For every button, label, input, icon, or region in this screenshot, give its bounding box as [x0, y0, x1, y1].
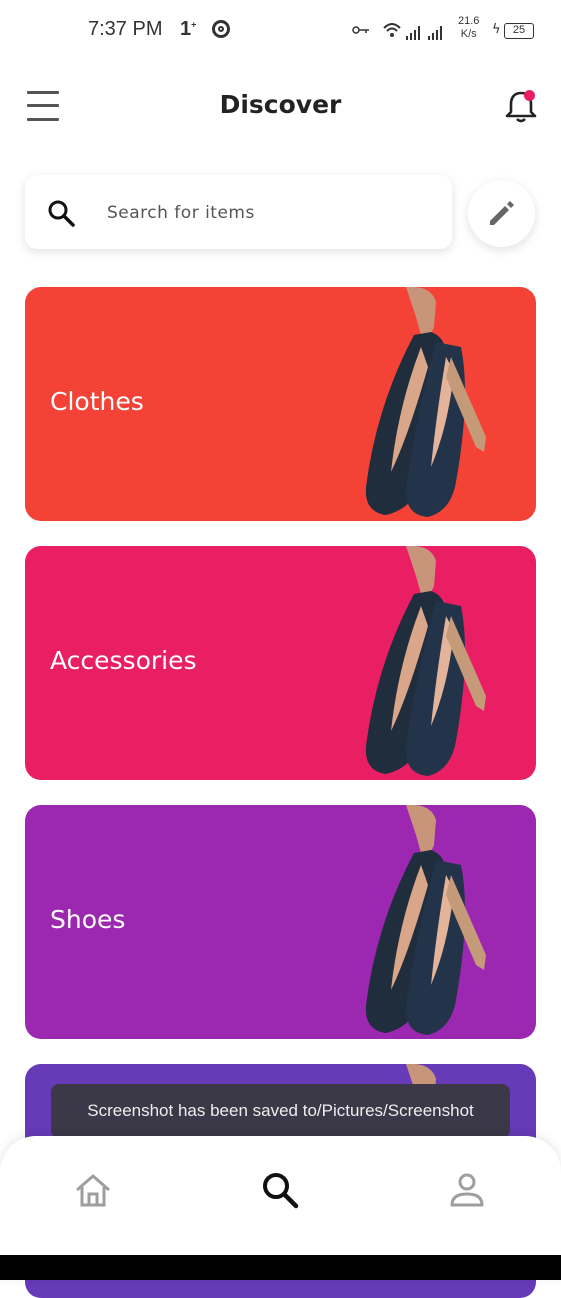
vpn-key-icon — [352, 26, 369, 34]
search-input[interactable]: Search for items — [25, 175, 452, 249]
net-speed-unit: K/s — [460, 28, 477, 40]
pencil-icon — [490, 201, 514, 225]
toast-message: Screenshot has been saved to/Pictures/Sc… — [51, 1084, 510, 1138]
status-time: 7:37 PM — [88, 18, 163, 40]
sync-icon — [212, 20, 230, 38]
shoe-image — [365, 546, 486, 776]
search-icon — [48, 200, 75, 227]
sim-indicator: 1+ — [180, 18, 197, 40]
category-label: Shoes — [50, 905, 126, 934]
net-speed: 21.6 K/s — [458, 15, 479, 41]
category-label: Clothes — [50, 387, 144, 416]
category-card-accessories[interactable]: Accessories — [25, 546, 536, 780]
status-bar: 7:37 PM 1+ 21.6 K/s ϟ 25 — [0, 0, 561, 64]
system-nav-bar — [0, 1255, 561, 1280]
charging-icon: ϟ — [492, 22, 501, 37]
shoe-image — [365, 287, 486, 517]
notification-dot — [524, 90, 535, 101]
person-icon[interactable] — [447, 1170, 487, 1210]
signal-icon — [383, 23, 442, 40]
shoe-image — [365, 805, 486, 1035]
home-icon[interactable] — [73, 1170, 113, 1210]
net-speed-value: 21.6 — [458, 15, 480, 27]
edit-button[interactable] — [468, 180, 535, 247]
page-title: Discover — [219, 90, 342, 119]
search-icon[interactable] — [260, 1170, 300, 1210]
search-placeholder: Search for items — [107, 203, 255, 223]
category-card-shoes[interactable]: Shoes — [25, 805, 536, 1039]
battery-icon: 25 — [504, 23, 534, 39]
category-card-clothes[interactable]: Clothes — [25, 287, 536, 521]
category-label: Accessories — [50, 646, 197, 675]
